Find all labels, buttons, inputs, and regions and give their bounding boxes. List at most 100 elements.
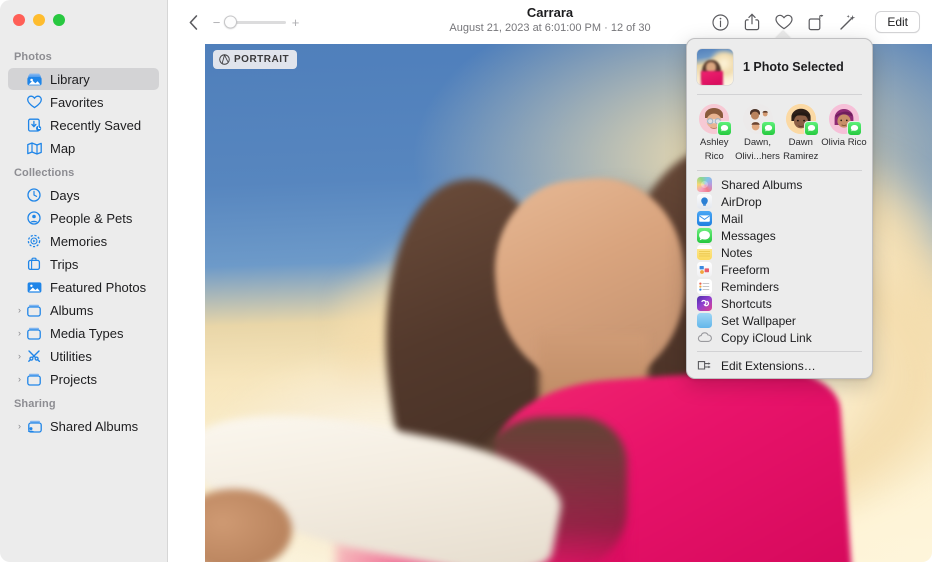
share-item-copy-icloud-link[interactable]: Copy iCloud Link (687, 329, 872, 346)
sidebar-scroll[interactable]: Photos › Library › Favorites › (0, 44, 167, 562)
messages-app-icon (697, 228, 712, 243)
info-button[interactable] (705, 9, 735, 35)
share-menu-header: 1 Photo Selected (687, 39, 872, 94)
selected-photo-thumbnail (697, 49, 733, 85)
share-item-label: Messages (721, 229, 776, 243)
zoom-out-label[interactable]: − (212, 16, 221, 29)
person-name-line1: Ashley (700, 137, 729, 148)
window-traffic-lights[interactable] (13, 14, 65, 26)
avatar-wrap (786, 104, 816, 134)
messages-badge (847, 121, 862, 136)
share-item-shortcuts[interactable]: Shortcuts (687, 295, 872, 312)
share-item-label: Shortcuts (721, 297, 772, 311)
person-name-line1: Dawn (789, 137, 813, 148)
share-item-label: Copy iCloud Link (721, 331, 812, 345)
tools-icon (24, 349, 44, 363)
share-button[interactable] (737, 9, 767, 35)
zoom-in-label[interactable]: + (291, 16, 300, 29)
sidebar-item-label: Shared Albums (50, 419, 138, 434)
zoom-slider-control[interactable]: − + (212, 16, 300, 29)
sidebar-item-label: Projects (50, 372, 97, 387)
sidebar-item-memories[interactable]: › Memories (8, 230, 159, 252)
share-item-messages[interactable]: Messages (687, 227, 872, 244)
suggested-person[interactable]: Olivia Rico (822, 104, 866, 162)
shortcuts-app-icon (697, 296, 712, 311)
minimize-button[interactable] (33, 14, 45, 26)
sidebar-item-recently-saved[interactable]: › Recently Saved (8, 114, 159, 136)
mail-app-icon (697, 211, 712, 226)
avatar-wrap (829, 104, 859, 134)
share-item-label: Freeform (721, 263, 770, 277)
rotate-button[interactable] (801, 9, 831, 35)
person-name-line1: Dawn, (744, 137, 771, 148)
share-item-label: Notes (721, 246, 752, 260)
close-button[interactable] (13, 14, 25, 26)
featured-photo-icon (24, 281, 44, 294)
person-name-line2: Rico (705, 151, 724, 162)
zoom-slider-knob[interactable] (224, 16, 237, 29)
sidebar-item-shared-albums[interactable]: › Shared Albums (8, 415, 159, 437)
share-item-label: Mail (721, 212, 743, 226)
share-item-set-wallpaper[interactable]: Set Wallpaper (687, 312, 872, 329)
suggested-person[interactable]: Ashley Rico (693, 104, 736, 162)
sidebar-item-media-types[interactable]: › Media Types (8, 322, 159, 344)
sidebar-item-label: Memories (50, 234, 107, 249)
chevron-left-icon (189, 15, 198, 30)
magic-wand-icon (839, 14, 857, 31)
messages-badge (804, 121, 819, 136)
photos-app-window: Photos › Library › Favorites › (0, 0, 932, 562)
back-button[interactable] (182, 11, 204, 33)
sidebar-item-label: Library (50, 72, 90, 87)
notes-app-icon (697, 245, 712, 260)
edit-button[interactable]: Edit (875, 11, 920, 33)
share-item-label: Reminders (721, 280, 779, 294)
clock-icon (24, 188, 44, 202)
map-icon (24, 142, 44, 155)
sidebar-item-projects[interactable]: › Projects (8, 368, 159, 390)
sidebar-item-label: Trips (50, 257, 78, 272)
sidebar-item-label: Media Types (50, 326, 123, 341)
sidebar-item-map[interactable]: › Map (8, 137, 159, 159)
suggested-person[interactable]: Dawn, Olivi...hers (736, 104, 780, 162)
enhance-button[interactable] (833, 9, 863, 35)
share-item-notes[interactable]: Notes (687, 244, 872, 261)
shared-album-icon (24, 420, 44, 433)
share-item-freeform[interactable]: Freeform (687, 261, 872, 278)
rotate-icon (808, 14, 825, 31)
sidebar-item-utilities[interactable]: › Utilities (8, 345, 159, 367)
share-item-mail[interactable]: Mail (687, 210, 872, 227)
sidebar-item-label: Favorites (50, 95, 103, 110)
zoom-button[interactable] (53, 14, 65, 26)
share-item-label: Set Wallpaper (721, 314, 796, 328)
portrait-badge-label: PORTRAIT (234, 54, 289, 65)
album-box-icon (24, 327, 44, 340)
reminders-app-icon (697, 279, 712, 294)
aperture-icon (219, 54, 230, 65)
portrait-badge[interactable]: PORTRAIT (213, 50, 297, 69)
sidebar-item-label: Featured Photos (50, 280, 146, 295)
share-item-reminders[interactable]: Reminders (687, 278, 872, 295)
sidebar-item-days[interactable]: › Days (8, 184, 159, 206)
divider (697, 351, 862, 352)
sidebar-item-library[interactable]: › Library (8, 68, 159, 90)
share-item-airdrop[interactable]: AirDrop (687, 193, 872, 210)
suggested-person[interactable]: Dawn Ramirez (780, 104, 823, 162)
heart-icon (775, 14, 793, 30)
memories-play-icon (24, 234, 44, 248)
share-item-shared-albums[interactable]: Shared Albums (687, 176, 872, 193)
sidebar-item-albums[interactable]: › Albums (8, 299, 159, 321)
album-box-icon (24, 304, 44, 317)
icloud-link-icon (697, 330, 712, 345)
sidebar-item-featured-photos[interactable]: › Featured Photos (8, 276, 159, 298)
sidebar-item-favorites[interactable]: › Favorites (8, 91, 159, 113)
sidebar-item-people-and-pets[interactable]: › People & Pets (8, 207, 159, 229)
share-item-edit-extensions[interactable]: Edit Extensions… (687, 357, 872, 374)
info-circle-icon (712, 14, 729, 31)
sidebar-item-trips[interactable]: › Trips (8, 253, 159, 275)
sidebar-section-collections: Collections (0, 160, 167, 183)
messages-badge (717, 121, 732, 136)
sidebar-section-photos: Photos (0, 44, 167, 67)
airdrop-app-icon (697, 194, 712, 209)
shared-albums-app-icon (697, 177, 712, 192)
zoom-slider-track[interactable] (226, 21, 286, 24)
